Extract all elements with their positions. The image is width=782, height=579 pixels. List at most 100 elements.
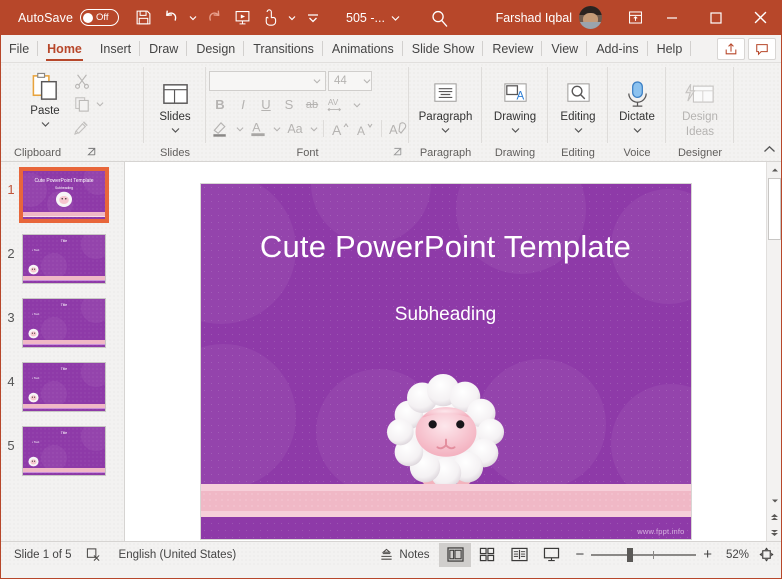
tab-view[interactable]: View <box>542 35 588 62</box>
clear-formatting-icon[interactable]: A <box>386 118 410 139</box>
tab-design[interactable]: Design <box>187 35 245 62</box>
editing-button[interactable]: Editing <box>552 72 604 136</box>
dictate-button[interactable]: Dictate <box>612 72 662 136</box>
zoom-level[interactable]: 52% <box>719 549 749 561</box>
search-icon[interactable] <box>425 4 453 32</box>
thumbnail-slide-1[interactable]: 1 Cute PowerPoint Template Subheading <box>0 167 124 223</box>
strikethrough-button[interactable]: ab <box>301 94 323 115</box>
next-slide-button[interactable] <box>766 525 782 541</box>
tab-review[interactable]: Review <box>483 35 543 62</box>
scrollbar-thumb[interactable] <box>768 178 781 240</box>
slide-thumbnail-panel[interactable]: 1 Cute PowerPoint Template Subheading 2 <box>0 162 125 541</box>
format-painter-icon[interactable] <box>70 116 94 138</box>
zoom-handle[interactable] <box>627 547 634 562</box>
customize-qat-icon[interactable] <box>300 5 326 31</box>
paste-caret-icon[interactable] <box>41 118 50 130</box>
italic-button[interactable]: I <box>232 94 254 115</box>
document-name[interactable]: 505 -... <box>346 11 400 25</box>
slide-counter[interactable]: Slide 1 of 5 <box>0 542 82 567</box>
slide-subheading[interactable]: Subheading <box>201 304 691 326</box>
editing-caret-icon[interactable] <box>574 124 583 136</box>
drawing-caret-icon[interactable] <box>511 124 520 136</box>
zoom-slider[interactable]: − + 52% <box>567 546 782 563</box>
vertical-scrollbar[interactable] <box>766 162 782 541</box>
text-highlight-caret-icon[interactable] <box>234 118 245 139</box>
change-case-caret-icon[interactable] <box>308 118 319 139</box>
view-slide-show[interactable] <box>535 543 567 567</box>
character-spacing-button[interactable]: AV <box>324 94 350 115</box>
undo-icon[interactable] <box>158 5 184 31</box>
paste-button[interactable]: Paste <box>20 66 70 130</box>
touch-mode-icon[interactable] <box>257 5 283 31</box>
zoom-in-button[interactable]: + <box>703 546 712 563</box>
paragraph-caret-icon[interactable] <box>441 124 450 136</box>
thumbnail-slide-4[interactable]: 4 Title • Text <box>0 362 124 412</box>
current-slide[interactable]: Cute PowerPoint Template Subheading www.… <box>200 184 691 539</box>
view-normal[interactable] <box>439 542 472 567</box>
tab-draw[interactable]: Draw <box>140 35 188 62</box>
font-size-input[interactable]: 44 <box>328 71 372 91</box>
font-color-caret-icon[interactable] <box>271 118 282 139</box>
autosave-switch[interactable]: Off <box>80 9 120 26</box>
language-status[interactable]: English (United States) <box>105 542 247 567</box>
minimize-button[interactable] <box>650 0 694 35</box>
avatar[interactable] <box>579 6 602 29</box>
share-button[interactable] <box>717 37 745 60</box>
font-dialog-launcher[interactable] <box>392 146 405 159</box>
decrease-font-size-button[interactable]: A <box>353 118 377 139</box>
copy-icon[interactable] <box>70 93 94 115</box>
drawing-button[interactable]: A Drawing <box>487 72 543 136</box>
font-name-input[interactable] <box>209 71 326 91</box>
slide-title[interactable]: Cute PowerPoint Template <box>201 229 691 265</box>
tab-help[interactable]: Help <box>648 35 692 62</box>
bold-button[interactable]: B <box>209 94 231 115</box>
save-icon[interactable] <box>130 5 156 31</box>
thumbnail-slide-2[interactable]: 2 Title • Text <box>0 234 124 284</box>
design-ideas-button[interactable]: Design Ideas <box>671 72 729 138</box>
sheep-illustration[interactable] <box>383 373 508 491</box>
zoom-out-button[interactable]: − <box>575 546 584 563</box>
slides-button[interactable]: Slides <box>150 72 200 136</box>
start-presentation-icon[interactable] <box>229 5 255 31</box>
collapse-ribbon-button[interactable] <box>763 141 776 159</box>
cut-icon[interactable] <box>70 70 94 92</box>
text-shadow-button[interactable]: S <box>278 94 300 115</box>
clipboard-dialog-launcher[interactable] <box>86 146 99 159</box>
comments-button[interactable] <box>748 37 776 60</box>
tab-add-ins[interactable]: Add-ins <box>587 35 648 62</box>
autosave-toggle[interactable]: AutoSave Off <box>18 9 120 26</box>
close-button[interactable] <box>738 0 782 35</box>
fit-slide-to-window-icon[interactable] <box>756 547 774 562</box>
touch-mode-dropdown-caret[interactable] <box>285 5 298 31</box>
tab-insert[interactable]: Insert <box>91 35 141 62</box>
tab-transitions[interactable]: Transitions <box>244 35 323 62</box>
underline-button[interactable]: U <box>255 94 277 115</box>
tab-animations[interactable]: Animations <box>323 35 403 62</box>
change-case-button[interactable]: Aa <box>283 118 307 139</box>
notes-button[interactable]: Notes <box>369 542 439 567</box>
slides-caret-icon[interactable] <box>171 124 180 136</box>
paragraph-button[interactable]: Paragraph <box>415 72 477 136</box>
slide-canvas-area[interactable]: Cute PowerPoint Template Subheading www.… <box>125 162 766 541</box>
text-highlight-icon[interactable] <box>209 118 233 139</box>
tab-slide-show[interactable]: Slide Show <box>403 35 484 62</box>
redo-icon[interactable] <box>201 5 227 31</box>
maximize-button[interactable] <box>694 0 738 35</box>
increase-font-size-button[interactable]: A <box>328 118 352 139</box>
tab-home[interactable]: Home <box>38 35 91 62</box>
undo-dropdown-caret[interactable] <box>186 5 199 31</box>
zoom-track[interactable] <box>591 547 697 562</box>
thumbnail-slide-3[interactable]: 3 Title • Text <box>0 298 124 348</box>
character-spacing-caret-icon[interactable] <box>351 94 362 115</box>
thumbnail-slide-5[interactable]: 5 Title • Text <box>0 426 124 476</box>
dictate-caret-icon[interactable] <box>633 124 642 136</box>
copy-caret-icon[interactable] <box>94 101 105 107</box>
previous-slide-button[interactable] <box>766 509 782 525</box>
scroll-down-arrow-icon[interactable] <box>766 493 782 509</box>
view-slide-sorter[interactable] <box>471 543 503 567</box>
font-color-button[interactable]: A <box>246 118 270 139</box>
scroll-up-arrow-icon[interactable] <box>766 162 782 178</box>
accessibility-checker-icon[interactable] <box>82 542 105 567</box>
view-reading[interactable] <box>503 543 535 567</box>
tab-file[interactable]: File <box>0 35 39 62</box>
